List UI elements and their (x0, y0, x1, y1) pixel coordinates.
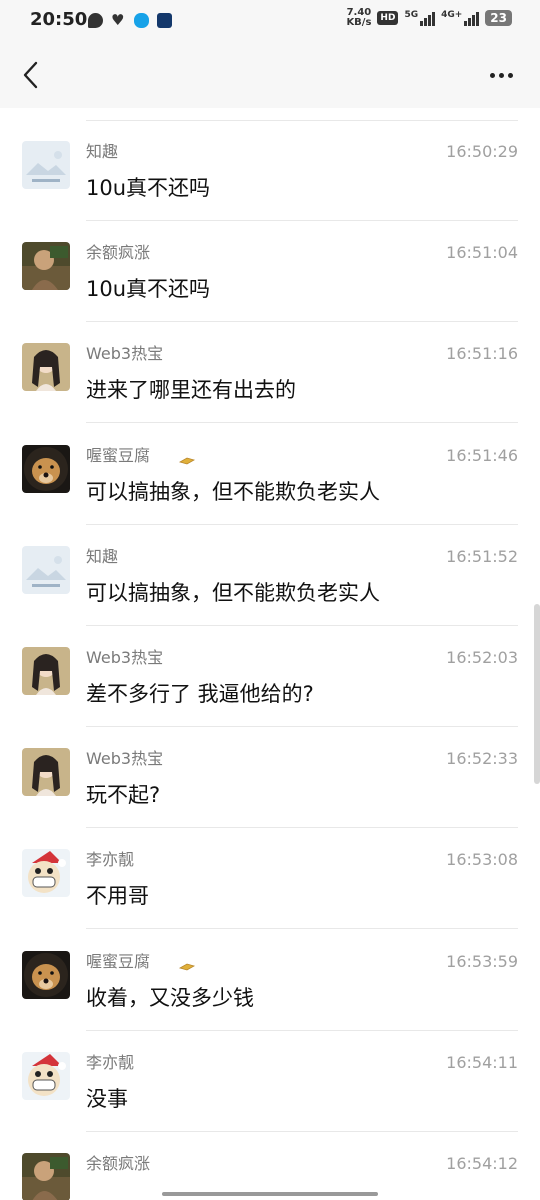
message-text: 可以搞抽象，但不能欺负老实人 (86, 479, 380, 504)
sim1-label: 5G (404, 10, 419, 20)
message-item[interactable]: Web3热宝 16:52:33 玩不起? (0, 748, 540, 849)
divider (86, 1029, 518, 1031)
heart-icon: ♥ (111, 11, 125, 29)
divider (86, 523, 518, 525)
divider (86, 321, 518, 323)
battery-icon: 23 (485, 10, 512, 26)
sender-name: 喔蜜豆腐 (86, 445, 151, 465)
app-icon (157, 13, 172, 28)
message-item[interactable]: 余额疯涨 16:51:04 10u真不还吗 (0, 242, 540, 343)
sender-name: 知趣 (86, 142, 119, 161)
message-item[interactable]: 知趣 16:50:29 10u真不还吗 (0, 141, 540, 242)
message-item[interactable]: 知趣 16:51:52 可以搞抽象，但不能欺负老实人 (0, 545, 540, 647)
divider (86, 928, 518, 930)
hd-badge: HD (377, 11, 399, 25)
sender-name: Web3热宝 (86, 648, 164, 667)
more-button[interactable] (484, 60, 518, 90)
sender-name: Web3热宝 (86, 344, 164, 364)
avatar[interactable] (22, 647, 70, 695)
message-time: 16:52:33 (446, 749, 518, 769)
home-indicator[interactable] (162, 1192, 378, 1196)
message-time: 16:54:11 (446, 1052, 518, 1072)
message-time: 16:51:46 (446, 445, 518, 465)
divider (86, 1130, 518, 1132)
message-text: 10u真不还吗 (86, 277, 211, 302)
sender-name: 余额疯涨 (86, 1154, 151, 1173)
gold-badge-icon (178, 957, 196, 971)
divider (86, 827, 518, 829)
message-item[interactable]: 李亦靓 16:53:08 不用哥 (0, 849, 540, 950)
notification-icons: ♥ (88, 13, 172, 28)
avatar[interactable] (22, 343, 70, 392)
message-text: 可以搞抽象，但不能欺负老实人 (86, 580, 380, 605)
avatar[interactable] (22, 1051, 70, 1100)
sender-name: 余额疯涨 (86, 243, 151, 263)
divider (86, 220, 518, 221)
sender-name: 李亦靓 (86, 850, 135, 870)
chevron-left-icon (23, 61, 38, 89)
message-time: 16:52:03 (446, 648, 518, 667)
network-speed-unit: KB/s (346, 17, 372, 28)
status-time: 20:50 (30, 9, 88, 30)
sender-name: 喔蜜豆腐 (86, 951, 151, 971)
status-right: 7.40 KB/s HD 5G 4G+ 23 (346, 8, 512, 28)
sender-name: 李亦靓 (86, 1052, 135, 1072)
avatar[interactable] (22, 1153, 70, 1200)
message-list[interactable]: 知趣 16:50:29 10u真不还吗 余额疯涨 16:51:04 10u真不还吗 Web3… (0, 108, 540, 1200)
divider (86, 120, 518, 121)
divider (86, 726, 518, 727)
avatar[interactable] (22, 141, 70, 189)
sender-name: Web3热宝 (86, 749, 164, 769)
avatar[interactable] (22, 242, 70, 291)
message-time: 16:51:52 (446, 546, 518, 566)
sender-name: 知趣 (86, 546, 119, 566)
message-text: 没事 (86, 1086, 128, 1111)
more-horizontal-icon (489, 72, 495, 78)
avatar[interactable] (22, 444, 70, 493)
wechat-icon (88, 13, 103, 28)
message-text: 不用哥 (86, 884, 149, 909)
message-time: 16:53:08 (446, 850, 518, 870)
message-text: 玩不起? (86, 783, 161, 808)
message-time: 16:51:04 (446, 243, 518, 263)
qq-icon (134, 13, 149, 28)
message-time: 16:54:12 (446, 1154, 518, 1173)
message-item[interactable]: 喔蜜豆腐 16:51:46 可以搞抽象，但不能欺负老实人 (0, 444, 540, 546)
sim2-label: 4G+ (441, 10, 463, 20)
message-time: 16:50:29 (446, 142, 518, 161)
message-item[interactable]: Web3热宝 16:52:03 差不多行了 我逼他给的? (0, 647, 540, 748)
avatar[interactable] (22, 950, 70, 999)
network-speed: 7.40 KB/s (346, 8, 371, 28)
chat-nav-bar (0, 42, 540, 108)
message-item[interactable]: 喔蜜豆腐 16:53:59 收着，又没多少钱 (0, 950, 540, 1052)
status-bar: 20:50 ♥ 7.40 KB/s HD 5G 4G+ 23 (0, 0, 540, 42)
message-time: 16:51:16 (446, 344, 518, 364)
avatar[interactable] (22, 545, 70, 594)
message-text: 10u真不还吗 (86, 176, 211, 200)
message-item[interactable]: Web3热宝 16:51:16 进来了哪里还有出去的 (0, 343, 540, 444)
divider (86, 624, 518, 626)
gold-badge-icon (178, 451, 196, 465)
signal-sim1-icon: 5G (404, 10, 436, 26)
avatar[interactable] (22, 748, 70, 797)
message-text: 进来了哪里还有出去的 (86, 378, 296, 403)
avatar[interactable] (22, 849, 70, 898)
signal-sim2-icon: 4G+ (441, 10, 480, 26)
message-time: 16:53:59 (446, 951, 518, 971)
back-button[interactable] (14, 58, 46, 92)
divider (86, 422, 518, 424)
scrollbar[interactable] (534, 604, 540, 784)
message-text: 收着，又没多少钱 (86, 985, 254, 1010)
message-item[interactable]: 李亦靓 16:54:11 没事 (0, 1051, 540, 1153)
message-text: 差不多行了 我逼他给的? (86, 682, 314, 706)
